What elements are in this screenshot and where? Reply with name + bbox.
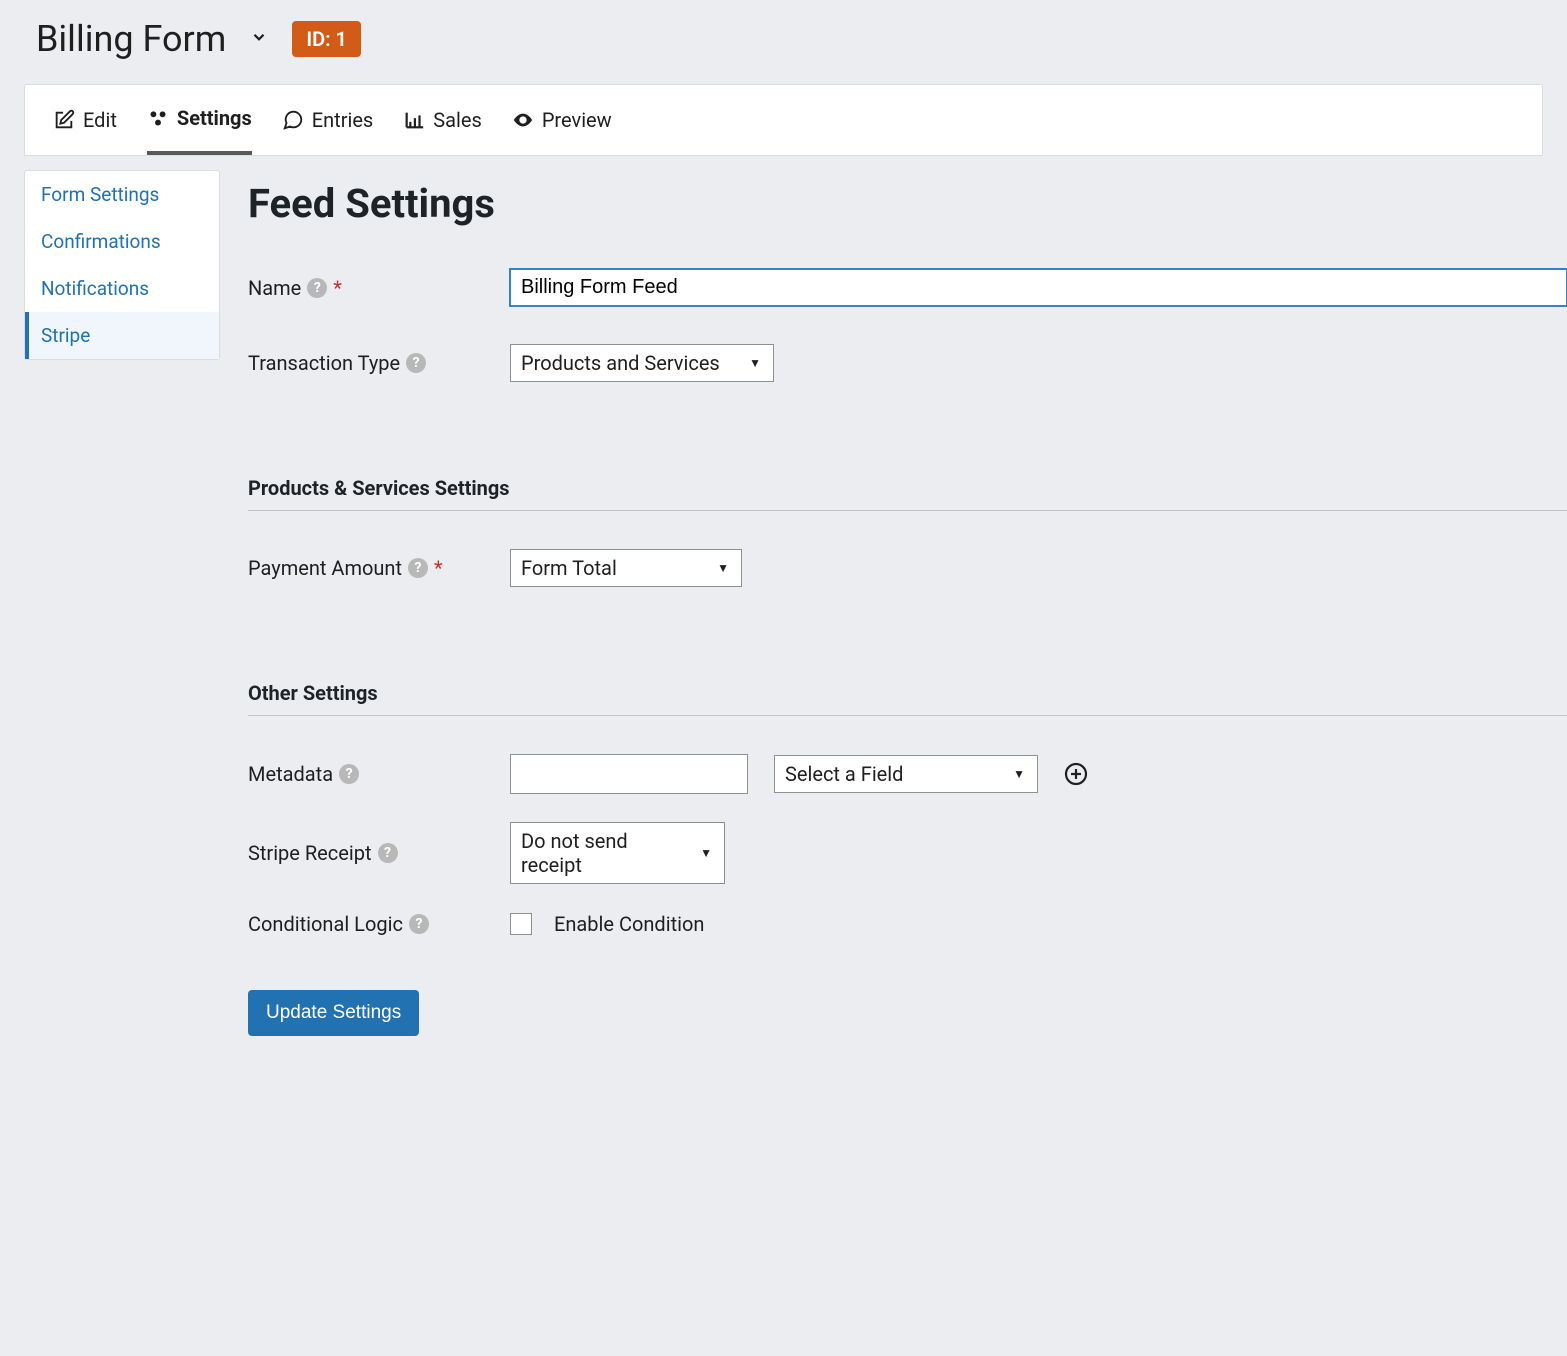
- tab-label: Sales: [433, 108, 482, 132]
- update-settings-button[interactable]: Update Settings: [248, 990, 419, 1036]
- tab-preview[interactable]: Preview: [512, 85, 612, 155]
- chevron-down-icon: [250, 28, 268, 46]
- metadata-label: Metadata: [248, 762, 333, 786]
- eye-icon: [512, 109, 534, 131]
- tab-entries[interactable]: Entries: [282, 85, 374, 155]
- select-value: Select a Field: [785, 762, 903, 786]
- tab-label: Settings: [177, 106, 252, 130]
- gear-icon: [147, 107, 169, 129]
- enable-condition-label: Enable Condition: [554, 912, 704, 936]
- main-content: Feed Settings Name ? * Transaction Type …: [220, 170, 1567, 1076]
- select-value: Do not send receipt: [521, 829, 684, 877]
- transaction-type-select[interactable]: Products and Services ▼: [510, 344, 774, 382]
- form-header: Billing Form ID: 1: [0, 0, 1567, 84]
- tab-label: Preview: [542, 108, 612, 132]
- caret-down-icon: ▼: [717, 561, 729, 575]
- bar-chart-icon: [403, 109, 425, 131]
- metadata-key-input[interactable]: [510, 754, 748, 794]
- name-label: Name: [248, 276, 301, 300]
- sidebar-item-notifications[interactable]: Notifications: [25, 265, 219, 312]
- payment-amount-label: Payment Amount: [248, 556, 402, 580]
- conditional-logic-label: Conditional Logic: [248, 912, 403, 936]
- other-settings-section-header: Other Settings: [248, 681, 1567, 716]
- help-icon[interactable]: ?: [409, 914, 429, 934]
- settings-sidebar: Form Settings Confirmations Notification…: [24, 170, 220, 360]
- form-switcher[interactable]: [250, 28, 268, 51]
- edit-icon: [53, 109, 75, 131]
- transaction-type-label: Transaction Type: [248, 351, 400, 375]
- products-services-section-header: Products & Services Settings: [248, 476, 1567, 511]
- caret-down-icon: ▼: [700, 846, 712, 860]
- tab-settings[interactable]: Settings: [147, 85, 252, 155]
- caret-down-icon: ▼: [749, 356, 761, 370]
- name-input[interactable]: [510, 269, 1567, 306]
- tab-edit[interactable]: Edit: [53, 85, 117, 155]
- help-icon[interactable]: ?: [339, 764, 359, 784]
- select-value: Form Total: [521, 556, 617, 580]
- required-marker: *: [333, 276, 342, 300]
- comment-icon: [282, 109, 304, 131]
- help-icon[interactable]: ?: [378, 843, 398, 863]
- id-badge: ID: 1: [292, 21, 361, 57]
- stripe-receipt-select[interactable]: Do not send receipt ▼: [510, 822, 725, 884]
- page-title: Billing Form: [36, 18, 226, 60]
- tab-label: Edit: [83, 108, 117, 132]
- sidebar-item-form-settings[interactable]: Form Settings: [25, 171, 219, 218]
- sidebar-item-stripe[interactable]: Stripe: [25, 312, 219, 359]
- plus-circle-icon[interactable]: [1064, 762, 1088, 786]
- required-marker: *: [434, 556, 443, 580]
- help-icon[interactable]: ?: [307, 278, 327, 298]
- enable-condition-checkbox[interactable]: [510, 913, 532, 935]
- help-icon[interactable]: ?: [406, 353, 426, 373]
- stripe-receipt-label: Stripe Receipt: [248, 841, 372, 865]
- help-icon[interactable]: ?: [408, 558, 428, 578]
- caret-down-icon: ▼: [1013, 767, 1025, 781]
- payment-amount-select[interactable]: Form Total ▼: [510, 549, 742, 587]
- tab-label: Entries: [312, 108, 374, 132]
- sidebar-item-confirmations[interactable]: Confirmations: [25, 218, 219, 265]
- feed-settings-heading: Feed Settings: [248, 180, 1567, 227]
- select-value: Products and Services: [521, 351, 720, 375]
- tab-sales[interactable]: Sales: [403, 85, 482, 155]
- tabs-bar: Edit Settings Entries Sales Preview: [24, 84, 1543, 156]
- metadata-field-select[interactable]: Select a Field ▼: [774, 755, 1038, 793]
